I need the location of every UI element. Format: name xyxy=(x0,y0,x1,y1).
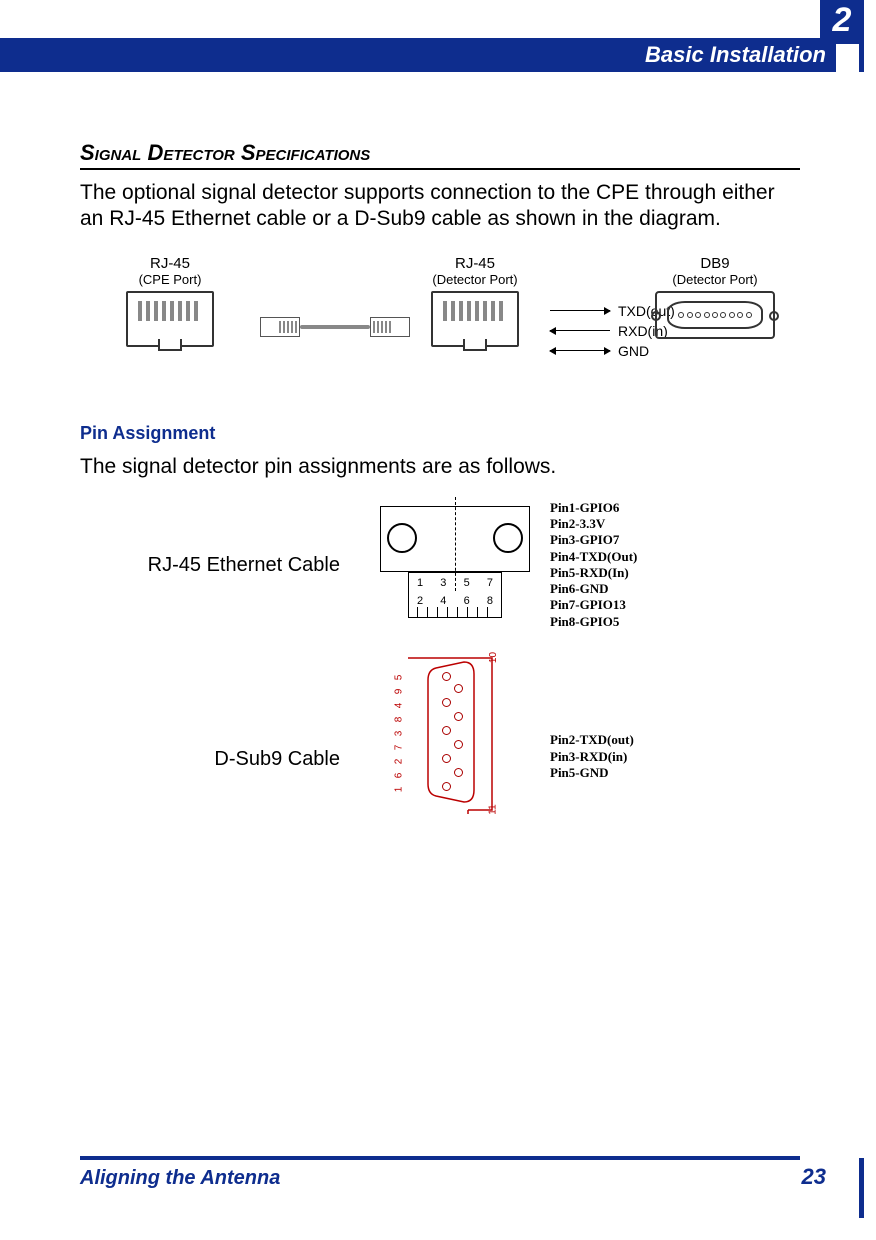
rj45-icon xyxy=(126,291,214,347)
signal-label: GND xyxy=(618,343,649,359)
section-title: Signal Detector Specifications xyxy=(80,140,800,170)
header-chapter-label: Basic Installation xyxy=(645,42,826,68)
patch-cable-icon xyxy=(260,313,410,343)
rj45-detector-port: RJ-45 (Detector Port) xyxy=(410,255,540,347)
footer-rule xyxy=(80,1156,800,1160)
frame-dim: 11 xyxy=(488,804,499,814)
dsub9-pin-row: D-Sub9 Cable 10 xyxy=(80,654,800,804)
pin-entry: Pin8-GPIO5 xyxy=(550,614,637,630)
side-rule-bottom xyxy=(859,1158,864,1218)
pin-entry: Pin5-RXD(In) xyxy=(550,565,637,581)
rj45-cpe-port: RJ-45 (CPE Port) xyxy=(110,255,230,347)
db9-detector-port: DB9 (Detector Port) xyxy=(640,255,790,339)
pin-entry: Pin2-TXD(out) xyxy=(550,732,634,748)
section-body: The optional signal detector supports co… xyxy=(80,180,800,233)
port-subtitle: (CPE Port) xyxy=(110,272,230,287)
port-title: RJ-45 xyxy=(110,255,230,272)
side-rule-top xyxy=(859,44,864,72)
pin-entry: Pin6-GND xyxy=(550,581,637,597)
content-area: Signal Detector Specifications The optio… xyxy=(80,140,800,828)
port-subtitle: (Detector Port) xyxy=(640,272,790,287)
pin-entry: Pin1-GPIO6 xyxy=(550,500,637,516)
pin-entry: Pin3-RXD(in) xyxy=(550,749,634,765)
page: Basic Installation 2 Signal Detector Spe… xyxy=(0,0,876,1240)
dsub9-pinout-drawing: 10 11 5 9 4 8 3 7 2 6 1 xyxy=(370,654,540,804)
frame-dim: 10 xyxy=(488,652,499,663)
rj45-pin-list: Pin1-GPIO6 Pin2-3.3V Pin3-GPIO7 Pin4-TXD… xyxy=(540,500,637,630)
port-title: DB9 xyxy=(640,255,790,272)
rj45-pinout-drawing: 1 3 5 7 2 4 6 8 xyxy=(370,500,540,630)
port-title: RJ-45 xyxy=(410,255,540,272)
pin-entry: Pin7-GPIO13 xyxy=(550,597,637,613)
rj45-icon xyxy=(431,291,519,347)
subsection-title: Pin Assignment xyxy=(80,423,800,444)
subsection-body: The signal detector pin assignments are … xyxy=(80,454,800,480)
dsub9-cable-label: D-Sub9 Cable xyxy=(80,687,370,771)
pin-entry: Pin5-GND xyxy=(550,765,634,781)
rj45-cable-label: RJ-45 Ethernet Cable xyxy=(80,553,370,577)
pin-assignment-figure: RJ-45 Ethernet Cable 1 3 5 7 xyxy=(80,500,800,804)
chapter-number-badge: 2 xyxy=(820,0,864,44)
dsub9-pin-list: Pin2-TXD(out) Pin3-RXD(in) Pin5-GND xyxy=(540,676,634,781)
rj45-pin-row: RJ-45 Ethernet Cable 1 3 5 7 xyxy=(80,500,800,630)
db9-icon xyxy=(655,291,775,339)
pin-entry: Pin2-3.3V xyxy=(550,516,637,532)
pin-entry: Pin4-TXD(Out) xyxy=(550,549,637,565)
connection-diagram: RJ-45 (CPE Port) RJ-45 (Detector Port) T… xyxy=(80,255,800,375)
port-subtitle: (Detector Port) xyxy=(410,272,540,287)
footer-section-title: Aligning the Antenna xyxy=(80,1167,280,1190)
footer-page-number: 23 xyxy=(802,1164,826,1190)
pin-entry: Pin3-GPIO7 xyxy=(550,532,637,548)
